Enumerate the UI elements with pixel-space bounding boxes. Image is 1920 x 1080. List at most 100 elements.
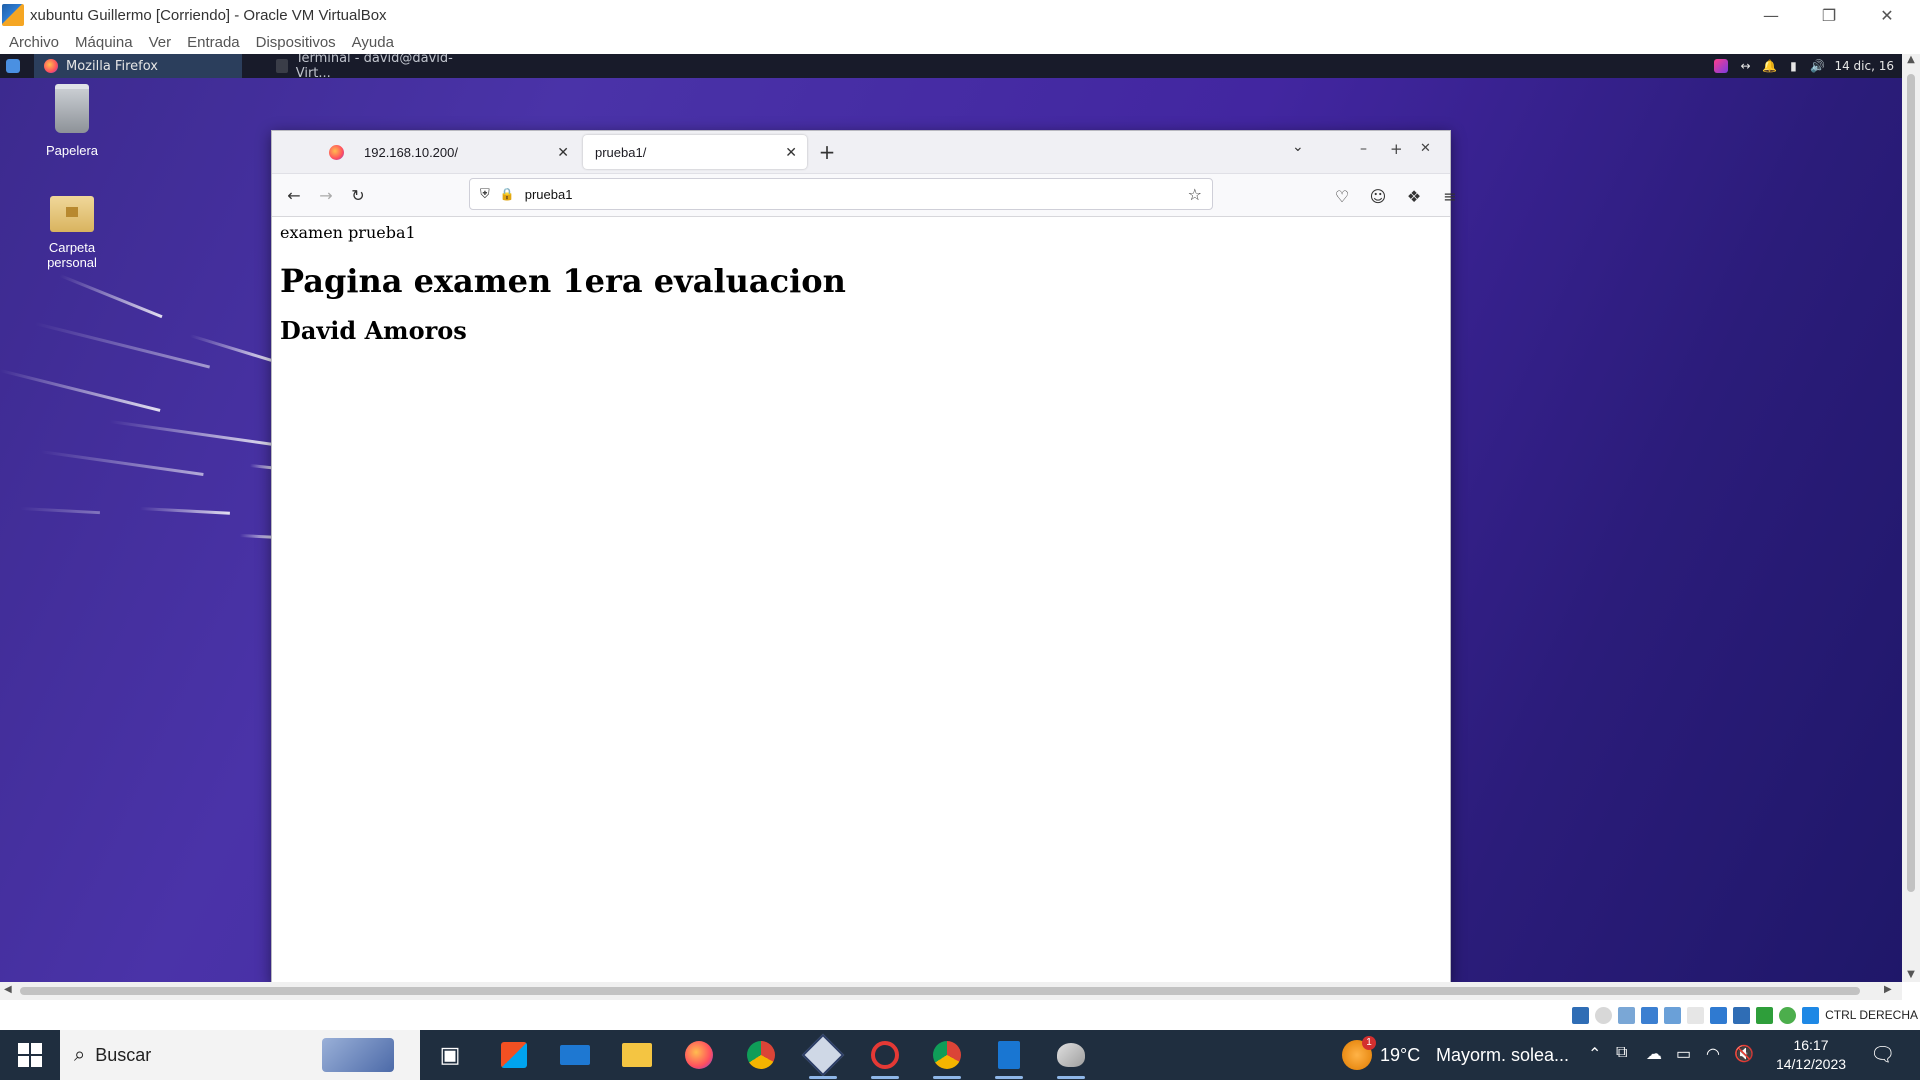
insecure-lock-icon[interactable]: 🔒 [500, 187, 515, 201]
volume-muted-icon[interactable]: 🔇 [1734, 1044, 1754, 1064]
windows-logo-icon [18, 1043, 29, 1054]
onedrive-cloud-icon[interactable]: ☁ [1646, 1044, 1662, 1064]
taskbar-app-paint[interactable] [1051, 1035, 1091, 1079]
show-hidden-icons-chevron-icon[interactable]: ⌃ [1588, 1044, 1601, 1064]
restore-button[interactable]: ❐ [1800, 0, 1858, 30]
notification-center-icon[interactable]: 🗨 [1870, 1042, 1895, 1067]
horizontal-scrollbar[interactable]: ◀ ▶ [0, 982, 1902, 1000]
optical-drive-icon[interactable] [1595, 1006, 1613, 1024]
panel-task-terminal[interactable]: Terminal - david@david-Virt... [266, 54, 466, 81]
scroll-down-arrow-icon[interactable]: ▼ [1902, 969, 1920, 980]
taskbar-app-store[interactable] [494, 1035, 534, 1075]
volume-icon[interactable]: 🔊 [1810, 59, 1825, 73]
weather-temp[interactable]: 19°C [1380, 1045, 1420, 1066]
pocket-button[interactable]: ♡ [1326, 180, 1358, 212]
shared-folders-icon[interactable] [1687, 1006, 1705, 1024]
guest-desktop[interactable]: Mozilla Firefox Terminal - david@david-V… [0, 54, 1902, 982]
extensions-button[interactable]: ❖ [1398, 180, 1430, 212]
taskbar-app-explorer[interactable] [617, 1035, 657, 1075]
harddisk-icon[interactable] [1572, 1006, 1590, 1024]
firefox-view-button[interactable] [272, 144, 352, 160]
app-menu-button[interactable]: ≡ [1434, 180, 1466, 212]
scrollbar-thumb[interactable] [1907, 74, 1915, 892]
reload-button[interactable]: ↻ [342, 179, 374, 211]
display-icon[interactable] [1710, 1006, 1728, 1024]
scroll-right-arrow-icon[interactable]: ▶ [1884, 984, 1892, 995]
account-button[interactable]: ☺ [1362, 180, 1394, 212]
close-tab-icon[interactable]: ✕ [557, 144, 569, 161]
mouse-integration-icon[interactable] [1802, 1006, 1820, 1024]
panel-task-firefox[interactable]: Mozilla Firefox [34, 54, 242, 78]
trash-icon [55, 84, 89, 133]
url-bar[interactable]: ⛨ 🔒 prueba1 ☆ [469, 178, 1213, 210]
panel-task-label: Terminal - david@david-Virt... [295, 54, 453, 81]
panel-clock[interactable]: 14 dic, 16 [1834, 59, 1894, 73]
minimize-button[interactable]: — [1742, 0, 1800, 30]
search-highlight-icon[interactable] [322, 1038, 394, 1072]
paint-icon [1057, 1043, 1085, 1067]
url-text[interactable]: prueba1 [525, 187, 573, 202]
audio-icon[interactable] [1618, 1006, 1636, 1024]
battery-icon[interactable]: ▮ [1786, 59, 1800, 73]
task-view-button[interactable]: ▣ [430, 1035, 470, 1075]
close-button[interactable]: ✕ [1420, 141, 1431, 156]
taskbar-app-virtualbox[interactable] [801, 1033, 845, 1079]
app-indicator-icon[interactable] [1714, 59, 1729, 73]
notification-bell-icon[interactable]: 🔔 [1762, 59, 1777, 73]
scroll-left-arrow-icon[interactable]: ◀ [4, 984, 12, 995]
wallpaper-streak [59, 274, 163, 319]
tab-prueba1[interactable]: prueba1/ ✕ [583, 135, 807, 169]
video-capture-icon[interactable] [1733, 1006, 1751, 1024]
weather-icon[interactable]: 1 [1342, 1036, 1376, 1070]
desktop-icon-home[interactable]: Carpeta personal [22, 196, 122, 270]
network-icon[interactable]: ↔ [1738, 59, 1752, 73]
wallpaper-streak [19, 507, 100, 515]
meet-now-icon[interactable]: ⧉ [1616, 1044, 1627, 1062]
wallpaper-streak [34, 322, 211, 369]
document-icon [998, 1041, 1020, 1069]
scroll-up-arrow-icon[interactable]: ▲ [1902, 54, 1920, 65]
close-tab-icon[interactable]: ✕ [785, 144, 797, 161]
battery-icon[interactable]: ▭ [1676, 1044, 1691, 1064]
page-content: examen prueba1 Pagina examen 1era evalua… [272, 217, 1450, 351]
forward-button[interactable]: → [310, 179, 342, 211]
back-button[interactable]: ← [278, 179, 310, 211]
start-button[interactable] [10, 1040, 50, 1070]
menu-dispositivos[interactable]: Dispositivos [256, 34, 336, 51]
taskbar-search-box[interactable]: ⌕ Buscar [60, 1030, 420, 1080]
taskbar-app-docs[interactable] [989, 1035, 1029, 1079]
chrome-icon [933, 1041, 961, 1069]
wifi-icon[interactable]: ◠ [1706, 1044, 1720, 1064]
taskbar-app-mail[interactable] [555, 1035, 595, 1075]
menu-maquina[interactable]: Máquina [75, 34, 133, 51]
usb-icon[interactable] [1664, 1006, 1682, 1024]
menu-archivo[interactable]: Archivo [9, 34, 59, 51]
tab-192-168-10-200[interactable]: 192.168.10.200/ ✕ [352, 135, 579, 169]
network-adapter-icon[interactable] [1641, 1006, 1659, 1024]
maximize-button[interactable]: + [1390, 140, 1403, 158]
pocket-icon: ♡ [1334, 186, 1350, 206]
taskbar-app-firefox[interactable] [679, 1035, 719, 1075]
bookmark-star-icon[interactable]: ☆ [1188, 185, 1202, 204]
guest-additions-icon[interactable] [1779, 1006, 1797, 1024]
taskbar-app-red[interactable] [865, 1035, 905, 1079]
taskbar-clock[interactable]: 16:17 14/12/2023 [1766, 1036, 1856, 1074]
scrollbar-thumb[interactable] [20, 987, 1860, 995]
menu-entrada[interactable]: Entrada [187, 34, 240, 51]
cpu-icon[interactable] [1756, 1006, 1774, 1024]
vertical-scrollbar[interactable]: ▲ ▼ [1902, 54, 1920, 982]
tracking-protection-shield-icon[interactable]: ⛨ [480, 187, 490, 202]
store-icon [501, 1042, 527, 1068]
weather-desc[interactable]: Mayorm. solea... [1436, 1045, 1569, 1066]
menu-ayuda[interactable]: Ayuda [352, 34, 394, 51]
whisker-menu-icon[interactable] [6, 59, 20, 73]
new-tab-button[interactable]: + [807, 140, 847, 164]
taskbar-app-chrome-2[interactable] [927, 1035, 967, 1079]
list-all-tabs-button[interactable]: ⌄ [1292, 139, 1304, 155]
active-indicator [995, 1076, 1023, 1079]
close-window-button[interactable]: ✕ [1858, 0, 1916, 30]
taskbar-app-chrome[interactable] [741, 1035, 781, 1075]
desktop-icon-trash[interactable]: Papelera [22, 84, 122, 158]
menu-ver[interactable]: Ver [149, 34, 172, 51]
minimize-button[interactable]: – [1360, 141, 1367, 157]
